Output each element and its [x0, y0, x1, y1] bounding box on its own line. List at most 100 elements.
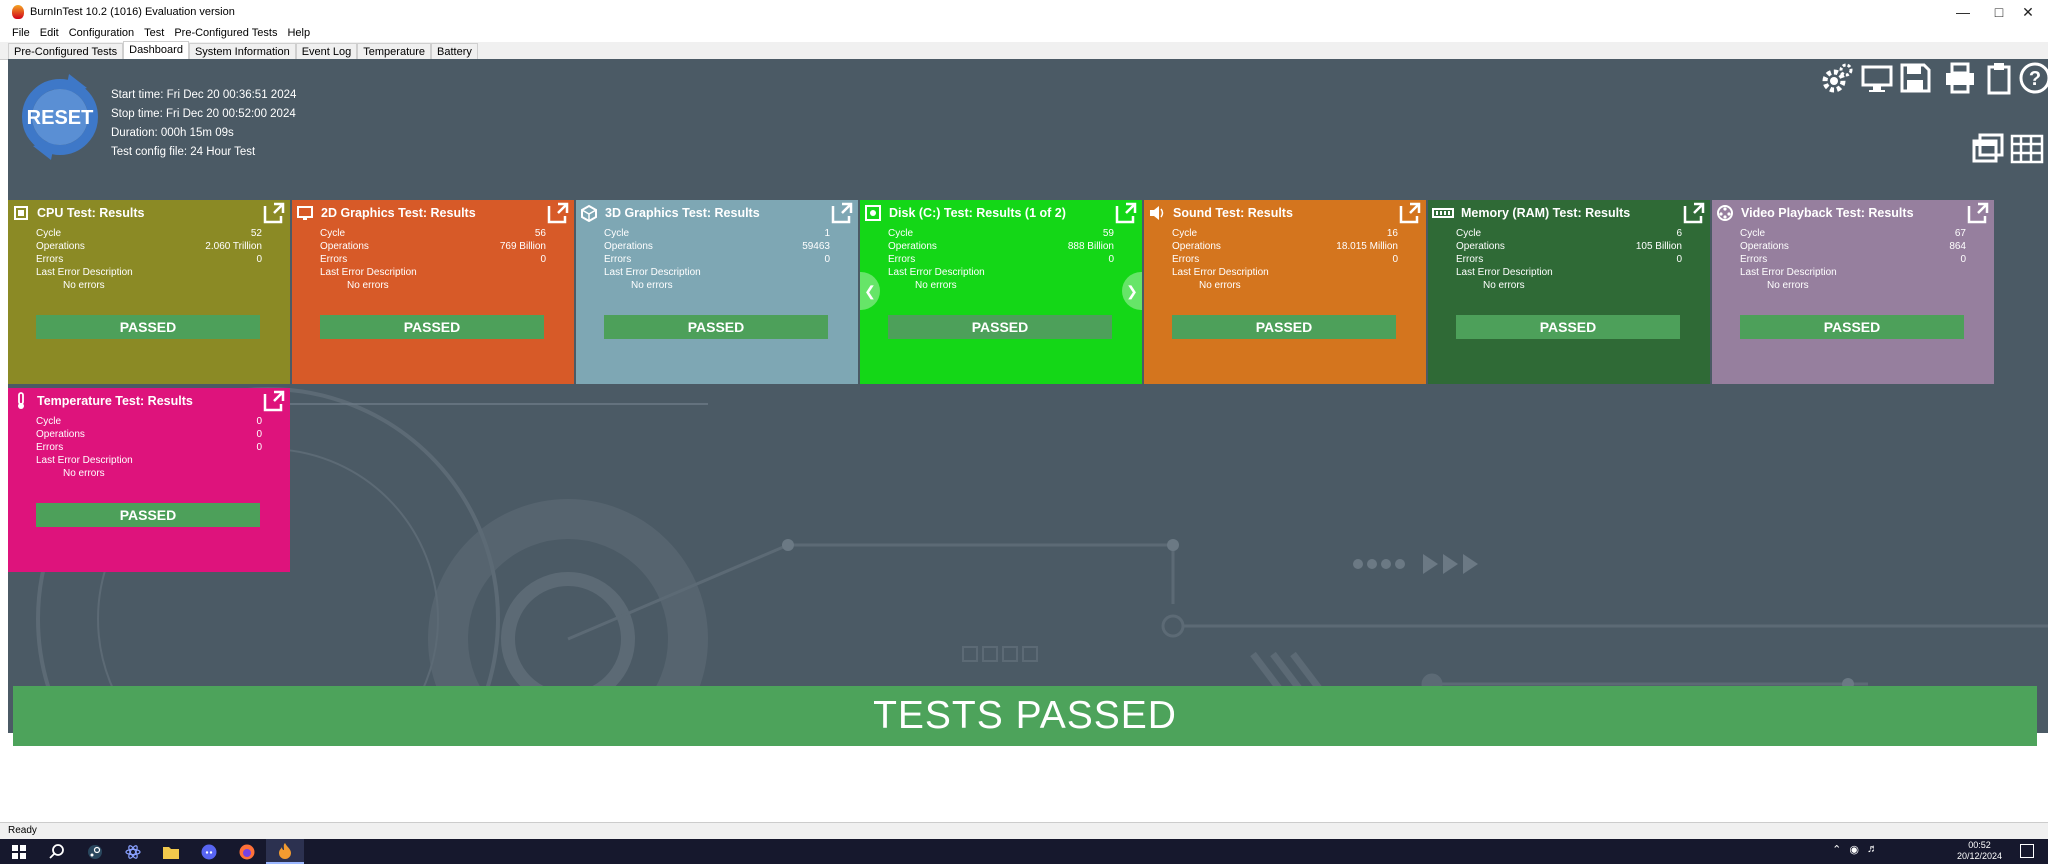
taskbar-search-button[interactable] — [38, 839, 76, 864]
settings-gears-icon[interactable] — [1820, 61, 1854, 95]
taskbar-file-explorer-button[interactable] — [152, 839, 190, 864]
grid-layout-icon[interactable] — [2010, 131, 2044, 165]
errors-label: Errors — [1456, 254, 1484, 265]
last-error-value: No errors — [1483, 280, 1525, 291]
cycle-label: Cycle — [320, 228, 346, 239]
tab-temperature[interactable]: Temperature — [357, 43, 432, 59]
operations-label: Operations — [604, 241, 653, 252]
menu-configuration[interactable]: Configuration — [69, 27, 134, 39]
dashboard-panel: RESET Start time: Fri Dec 20 00:36:51 20… — [8, 59, 2048, 733]
operations-value: 769 Billion — [499, 241, 546, 252]
chevron-right-icon: ❯ — [1126, 282, 1138, 299]
operations-label: Operations — [320, 241, 369, 252]
duration: Duration: 000h 15m 09s — [111, 127, 234, 139]
external-info-icon[interactable] — [1682, 201, 1706, 225]
taskbar-burnintest-button[interactable] — [266, 839, 304, 864]
menu-help[interactable]: Help — [287, 27, 310, 39]
cycle-label: Cycle — [36, 228, 62, 239]
taskbar-steam-button[interactable] — [76, 839, 114, 864]
errors-value: 0 — [1108, 254, 1114, 265]
last-error-value: No errors — [1767, 280, 1809, 291]
external-info-icon[interactable] — [546, 201, 570, 225]
film-reel-icon — [1717, 205, 1733, 221]
save-icon[interactable] — [1898, 61, 1932, 95]
errors-value: 0 — [1676, 254, 1682, 265]
tab-event-log[interactable]: Event Log — [295, 43, 358, 59]
cycle-label: Cycle — [1740, 228, 1766, 239]
taskbar-clock[interactable]: 00:52 20/12/2024 — [1957, 839, 2002, 862]
last-error-label: Last Error Description — [1172, 267, 1269, 278]
reset-label: RESET — [27, 107, 94, 129]
errors-label: Errors — [36, 254, 64, 265]
tab-system-information[interactable]: System Information — [188, 43, 296, 59]
window-title: BurnInTest 10.2 (1016) Evaluation versio… — [30, 6, 235, 18]
start-button[interactable] — [0, 839, 38, 864]
disk-icon — [865, 205, 881, 221]
last-error-value: No errors — [915, 280, 957, 291]
volume-icon[interactable]: ♬ — [1867, 843, 1878, 856]
taskbar-app-button[interactable] — [114, 839, 152, 864]
external-info-icon[interactable] — [830, 201, 854, 225]
passed-status: PASSED — [1740, 315, 1964, 339]
menu-file[interactable]: File — [12, 27, 30, 39]
external-info-icon[interactable] — [1966, 201, 1990, 225]
3d-graphics-test-card: 3D Graphics Test: Results Cycle 1 Operati… — [576, 200, 858, 384]
external-info-icon[interactable] — [262, 201, 286, 225]
2d-graphics-test-card: 2D Graphics Test: Results Cycle 56 Operat… — [292, 200, 574, 384]
stop-time: Stop time: Fri Dec 20 00:52:00 2024 — [111, 108, 296, 120]
external-info-icon[interactable] — [1114, 201, 1138, 225]
chevron-up-icon[interactable]: ⌃ — [1832, 843, 1841, 856]
tab-battery[interactable]: Battery — [431, 43, 478, 59]
errors-value: 0 — [256, 442, 262, 453]
help-icon[interactable]: ? — [2018, 61, 2048, 95]
last-error-value: No errors — [63, 280, 105, 291]
temperature-test-card: Temperature Test: Results Cycle 0 Operati… — [8, 388, 290, 572]
minimize-button[interactable]: — — [1943, 0, 1983, 24]
operations-label: Operations — [1456, 241, 1505, 252]
last-error-label: Last Error Description — [1740, 267, 1837, 278]
print-icon[interactable] — [1943, 61, 1977, 95]
menu-pre-configured-tests[interactable]: Pre-Configured Tests — [174, 27, 277, 39]
taskbar: ⌃ ◉ ♬ 00:52 20/12/2024 — [0, 839, 2048, 864]
tab-pre-configured-tests[interactable]: Pre-Configured Tests — [8, 43, 124, 59]
discord-icon — [201, 844, 217, 859]
folder-icon — [163, 846, 179, 859]
network-icon[interactable]: ◉ — [1849, 843, 1859, 856]
passed-status: PASSED — [320, 315, 544, 339]
clipboard-icon[interactable] — [1982, 61, 2016, 95]
windows-logo-icon — [12, 844, 26, 859]
passed-status: PASSED — [36, 503, 260, 527]
previous-disk-button[interactable]: ❮ — [860, 272, 880, 310]
operations-value: 18.015 Million — [1336, 241, 1398, 252]
reset-button[interactable]: RESET — [17, 74, 103, 160]
close-button[interactable]: ✕ — [2008, 0, 2048, 24]
tab-dashboard[interactable]: Dashboard — [123, 41, 189, 59]
3d-graphics-icon — [581, 204, 597, 222]
last-error-label: Last Error Description — [888, 267, 985, 278]
next-disk-button[interactable]: ❯ — [1122, 272, 1142, 310]
cycle-value: 52 — [250, 228, 262, 239]
errors-value: 0 — [824, 254, 830, 265]
errors-label: Errors — [320, 254, 348, 265]
last-error-label: Last Error Description — [36, 267, 133, 278]
window-layout-icon[interactable] — [1971, 131, 2005, 165]
status-text: Ready — [8, 825, 37, 836]
external-info-icon[interactable] — [1398, 201, 1422, 225]
menu-edit[interactable]: Edit — [40, 27, 59, 39]
speaker-icon — [1150, 206, 1164, 220]
menu-test[interactable]: Test — [144, 27, 164, 39]
status-bar: Ready — [0, 822, 2048, 839]
passed-status: PASSED — [604, 315, 828, 339]
clock-date: 20/12/2024 — [1956, 851, 2002, 861]
cpu-test-card: CPU Test: Results Cycle 52 Operations 2.06… — [8, 200, 290, 384]
flame-icon — [279, 842, 291, 859]
notifications-icon[interactable] — [2020, 844, 2034, 858]
external-info-icon[interactable] — [262, 389, 286, 413]
disk-test-card: Disk (C:) Test: Results (1 of 2) ❮ ❯ Cyc… — [860, 200, 1142, 384]
taskbar-discord-button[interactable] — [190, 839, 228, 864]
taskbar-firefox-button[interactable] — [228, 839, 266, 864]
operations-value: 105 Billion — [1635, 241, 1682, 252]
test-config-file: Test config file: 24 Hour Test — [111, 146, 256, 158]
monitor-icon[interactable] — [1860, 61, 1894, 95]
tab-bar: Pre-Configured Tests Dashboard System In… — [0, 41, 2048, 60]
